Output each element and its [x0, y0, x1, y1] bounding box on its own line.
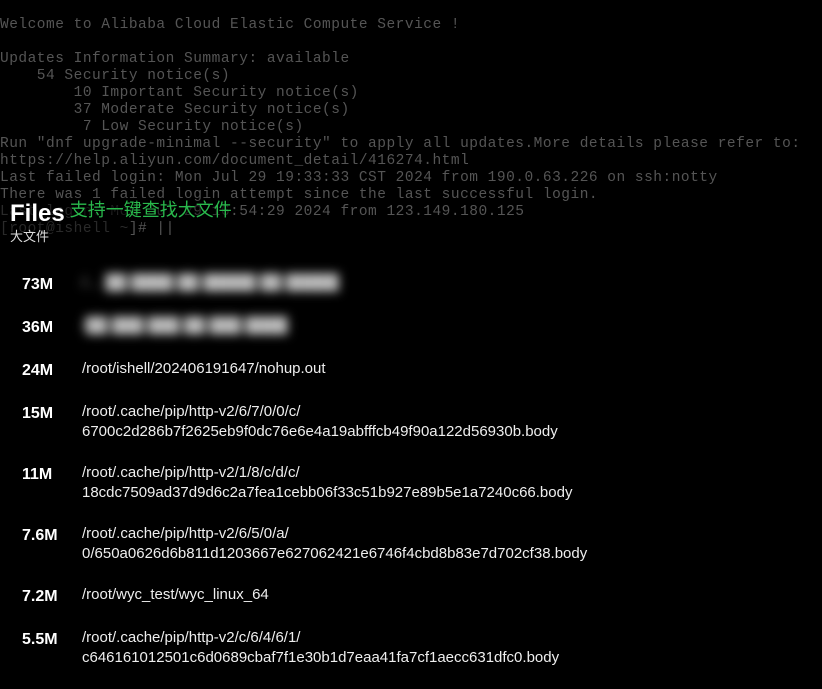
large-files-panel: Files 支持一键查找大文件 大文件 73M/… ██ ████ ██ ███… — [10, 200, 812, 689]
file-path: /root/ishell/202406191647/nohup.out — [82, 359, 812, 379]
file-row[interactable]: 7.6M/root/.cache/pip/http-v2/6/5/0/a/ 0/… — [22, 524, 812, 564]
file-path: /██ ███ ███ ██ ███ ████ — [82, 316, 812, 336]
file-row[interactable]: 7.2M/root/wyc_test/wyc_linux_64 — [22, 585, 812, 607]
file-size: 73M — [22, 273, 82, 295]
file-path: /root/wyc_test/wyc_linux_64 — [82, 585, 812, 605]
file-size: 5.5M — [22, 628, 82, 650]
file-size: 11M — [22, 463, 82, 485]
file-size: 7.2M — [22, 585, 82, 607]
feature-caption: 支持一键查找大文件 — [70, 196, 232, 222]
file-row[interactable]: 11M/root/.cache/pip/http-v2/1/8/c/d/c/ 1… — [22, 463, 812, 503]
panel-title: Files — [10, 200, 65, 228]
file-path: /… ██ ████ ██ █████ ██ █████ — [82, 273, 812, 293]
file-row[interactable]: 5.5M/root/.cache/pip/http-v2/c/6/4/6/1/ … — [22, 628, 812, 668]
file-size: 7.6M — [22, 524, 82, 546]
file-path: /root/.cache/pip/http-v2/c/6/4/6/1/ c646… — [82, 628, 812, 668]
file-row[interactable]: 36M/██ ███ ███ ██ ███ ████ — [22, 316, 812, 338]
file-size: 15M — [22, 402, 82, 424]
panel-sub-label: 大文件 — [10, 226, 812, 245]
file-path: /root/.cache/pip/http-v2/6/7/0/0/c/ 6700… — [82, 402, 812, 442]
file-size: 36M — [22, 316, 82, 338]
file-row[interactable]: 24M/root/ishell/202406191647/nohup.out — [22, 359, 812, 381]
file-row[interactable]: 15M/root/.cache/pip/http-v2/6/7/0/0/c/ 6… — [22, 402, 812, 442]
file-size: 24M — [22, 359, 82, 381]
file-path: /root/.cache/pip/http-v2/1/8/c/d/c/ 18cd… — [82, 463, 812, 503]
file-path: /root/.cache/pip/http-v2/6/5/0/a/ 0/650a… — [82, 524, 812, 564]
file-row[interactable]: 73M/… ██ ████ ██ █████ ██ █████ — [22, 273, 812, 295]
panel-header: Files 支持一键查找大文件 — [10, 200, 812, 228]
large-file-list: 73M/… ██ ████ ██ █████ ██ █████ 36M/██ ██… — [10, 273, 812, 668]
